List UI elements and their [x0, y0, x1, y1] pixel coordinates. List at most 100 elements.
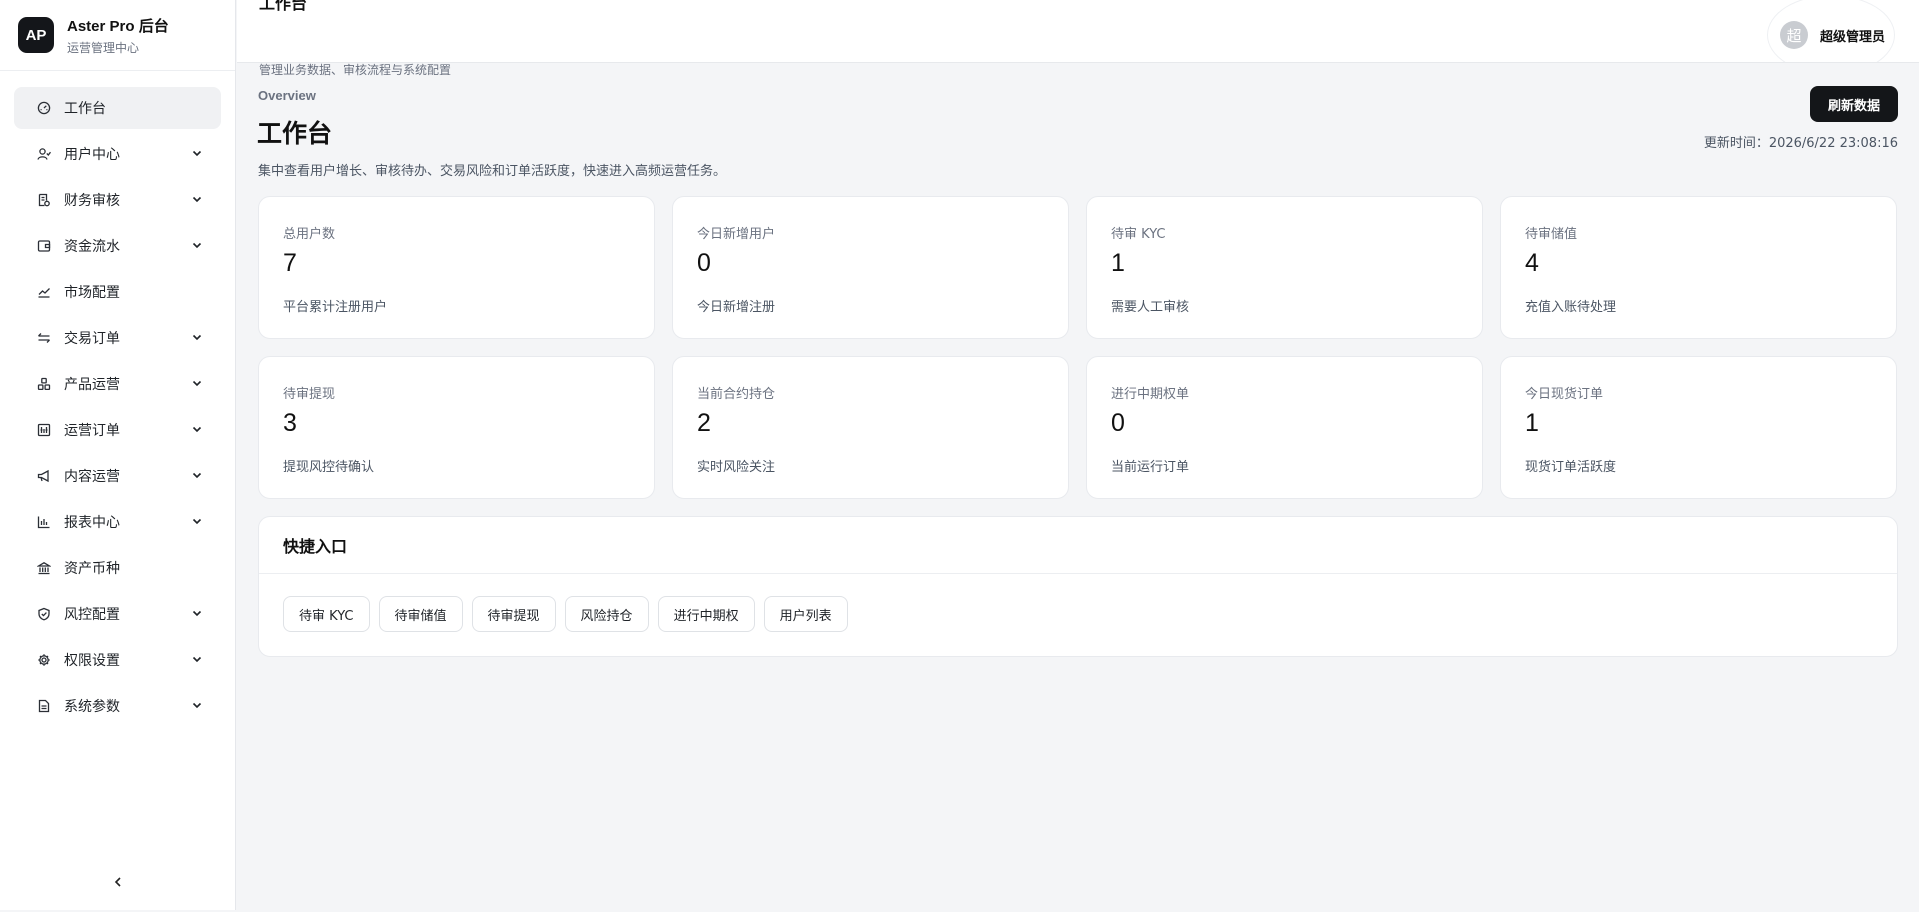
- receipt-icon: [36, 192, 52, 208]
- stat-card-spot-orders-today: 今日现货订单 1 现货订单活跃度: [1500, 356, 1897, 499]
- stat-card-active-options: 进行中期权单 0 当前运行订单: [1086, 356, 1483, 499]
- bank-icon: [36, 560, 52, 576]
- stat-card-pending-deposit: 待审储值 4 充值入账待处理: [1500, 196, 1897, 339]
- sidebar: AP Aster Pro 后台 运营管理中心 工作台 用户中心 财务审核 资金流…: [0, 0, 236, 910]
- topbar: 工作台 超 超级管理员: [237, 0, 1919, 63]
- sidebar-item-label: 交易订单: [64, 331, 120, 347]
- sidebar-item-system-params[interactable]: 系统参数: [14, 685, 221, 727]
- ledger-icon: [36, 422, 52, 438]
- overview-label: Overview: [258, 88, 316, 103]
- sidebar-item-ops-orders[interactable]: 运营订单: [14, 409, 221, 451]
- refresh-data-button[interactable]: 刷新数据: [1810, 86, 1898, 122]
- quick-link-pending-withdrawal[interactable]: 待审提现: [471, 596, 556, 632]
- shield-icon: [36, 606, 52, 622]
- user-name: 超级管理员: [1820, 29, 1886, 45]
- users-icon: [36, 146, 52, 162]
- chevron-down-icon: [191, 147, 203, 159]
- stat-card-desc: 现货订单活跃度: [1525, 460, 1617, 475]
- stat-card-title: 今日现货订单: [1525, 387, 1604, 402]
- brand-text: Aster Pro 后台 运营管理中心: [67, 15, 169, 56]
- stat-card-desc: 今日新增注册: [697, 300, 776, 315]
- stat-card-title: 进行中期权单: [1111, 387, 1190, 402]
- sidebar-nav: 工作台 用户中心 财务审核 资金流水 市场配置 交易订单 产品运营 运营订单 内…: [0, 71, 235, 727]
- bar-chart-icon: [36, 514, 52, 530]
- brand-subtitle: 运营管理中心: [67, 40, 140, 55]
- stat-card-desc: 提现风控待确认: [283, 460, 375, 475]
- sidebar-item-user-center[interactable]: 用户中心: [14, 133, 221, 175]
- brand-title: Aster Pro 后台: [67, 17, 169, 35]
- wallet-icon: [36, 238, 52, 254]
- page-description: 集中查看用户增长、审核待办、交易风险和订单活跃度，快速进入高频运营任务。: [258, 164, 727, 179]
- quick-entry-title: 快捷入口: [259, 517, 1897, 574]
- brand-logo: AP: [18, 17, 54, 53]
- page-title: 工作台: [257, 119, 333, 148]
- sidebar-item-permissions[interactable]: 权限设置: [14, 639, 221, 681]
- sidebar-item-report-center[interactable]: 报表中心: [14, 501, 221, 543]
- stat-card-desc: 平台累计注册用户: [283, 300, 388, 315]
- sidebar-item-dashboard[interactable]: 工作台: [14, 87, 221, 129]
- megaphone-icon: [36, 468, 52, 484]
- stat-card-title: 今日新增用户: [697, 227, 776, 242]
- chevron-down-icon: [191, 607, 203, 619]
- trend-icon: [36, 284, 52, 300]
- sidebar-item-trade-orders[interactable]: 交易订单: [14, 317, 221, 359]
- chevron-down-icon: [191, 653, 203, 665]
- sidebar-item-label: 资金流水: [64, 239, 120, 255]
- gear-icon: [36, 652, 52, 668]
- sidebar-item-label: 产品运营: [64, 377, 120, 393]
- avatar: 超: [1780, 21, 1808, 49]
- chevron-down-icon: [191, 377, 203, 389]
- boxes-icon: [36, 376, 52, 392]
- sidebar-item-label: 报表中心: [64, 515, 120, 531]
- sidebar-item-label: 风控配置: [64, 607, 120, 623]
- sidebar-item-label: 权限设置: [64, 653, 120, 669]
- stat-card-desc: 需要人工审核: [1111, 300, 1190, 315]
- chevron-down-icon: [191, 423, 203, 435]
- sidebar-item-market-config[interactable]: 市场配置: [14, 271, 221, 313]
- chevron-down-icon: [191, 469, 203, 481]
- sidebar-item-product-ops[interactable]: 产品运营: [14, 363, 221, 405]
- sidebar-item-label: 财务审核: [64, 193, 120, 209]
- update-time: 更新时间：2026/6/22 23:08:16: [1703, 136, 1898, 151]
- stat-card-desc: 当前运行订单: [1111, 460, 1190, 475]
- stat-card-title: 当前合约持仓: [697, 387, 776, 402]
- chevron-down-icon: [191, 239, 203, 251]
- sidebar-item-label: 系统参数: [64, 699, 120, 715]
- brand[interactable]: AP Aster Pro 后台 运营管理中心: [0, 0, 235, 71]
- chevron-down-icon: [191, 515, 203, 527]
- sidebar-item-label: 运营订单: [64, 423, 120, 439]
- stat-card-value: 7: [283, 249, 297, 277]
- dashboard-icon: [36, 100, 52, 116]
- swap-icon: [36, 330, 52, 346]
- sidebar-item-label: 工作台: [64, 101, 106, 117]
- stat-card-title: 待审提现: [283, 387, 336, 402]
- collapse-sidebar-button[interactable]: [108, 872, 128, 892]
- stat-card-desc: 实时风险关注: [697, 460, 776, 475]
- sidebar-item-label: 资产币种: [64, 561, 120, 577]
- stat-card-value: 2: [697, 409, 711, 437]
- topbar-subtitle: 管理业务数据、审核流程与系统配置: [259, 63, 452, 77]
- quick-link-pending-kyc[interactable]: 待审 KYC: [283, 596, 370, 632]
- stat-card-title: 总用户数: [283, 227, 336, 242]
- sidebar-item-asset-currency[interactable]: 资产币种: [14, 547, 221, 589]
- user-menu[interactable]: 超 超级管理员: [1768, 0, 1894, 62]
- stat-card-pending-withdrawal: 待审提现 3 提现风控待确认: [258, 356, 655, 499]
- stat-card-value: 0: [697, 249, 711, 277]
- sidebar-item-finance-review[interactable]: 财务审核: [14, 179, 221, 221]
- chevron-down-icon: [191, 193, 203, 205]
- stat-card-value: 4: [1525, 249, 1539, 277]
- quick-entry-panel: 快捷入口 待审 KYC 待审储值 待审提现 风险持仓 进行中期权 用户列表: [258, 516, 1898, 657]
- stat-card-desc: 充值入账待处理: [1525, 300, 1617, 315]
- sidebar-item-content-ops[interactable]: 内容运营: [14, 455, 221, 497]
- sidebar-item-label: 市场配置: [64, 285, 120, 301]
- stat-card-title: 待审 KYC: [1111, 227, 1166, 242]
- quick-link-pending-deposit[interactable]: 待审储值: [378, 596, 463, 632]
- quick-link-user-list[interactable]: 用户列表: [763, 596, 848, 632]
- sidebar-item-fund-flow[interactable]: 资金流水: [14, 225, 221, 267]
- quick-link-risk-positions[interactable]: 风险持仓: [564, 596, 649, 632]
- sidebar-item-risk-config[interactable]: 风控配置: [14, 593, 221, 635]
- stat-card-pending-kyc: 待审 KYC 1 需要人工审核: [1086, 196, 1483, 339]
- stat-card-new-users-today: 今日新增用户 0 今日新增注册: [672, 196, 1069, 339]
- quick-link-active-options[interactable]: 进行中期权: [657, 596, 755, 632]
- quick-entry-links: 待审 KYC 待审储值 待审提现 风险持仓 进行中期权 用户列表: [259, 574, 1897, 632]
